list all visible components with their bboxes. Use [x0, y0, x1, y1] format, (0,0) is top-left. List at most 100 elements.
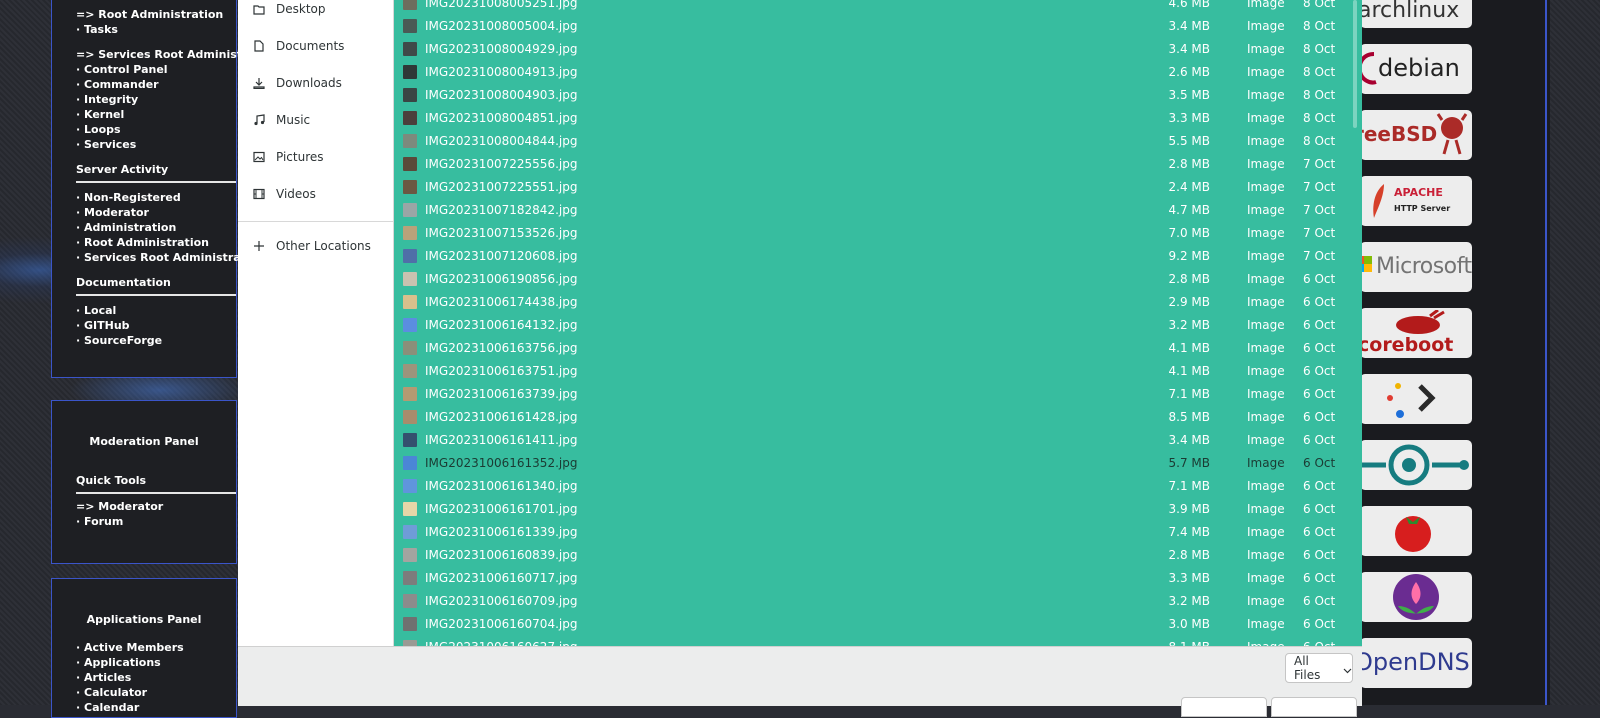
place-music[interactable]: Music: [238, 105, 393, 135]
file-type: Image: [1247, 65, 1285, 79]
image-thumbnail-icon: [403, 19, 417, 33]
file-row[interactable]: IMG20231007182842.jpg 4.7 MB Image 7 Oct: [394, 199, 1344, 222]
link-root-administration[interactable]: => Root Administration: [76, 8, 223, 22]
place-videos[interactable]: Videos: [238, 179, 393, 209]
logo-microsoft[interactable]: Microsoft: [1360, 242, 1472, 292]
image-thumbnail-icon: [403, 157, 417, 171]
place-desktop[interactable]: Desktop: [238, 0, 393, 24]
link-administration[interactable]: · Administration: [76, 221, 176, 235]
file-size: 8.5 MB: [1168, 410, 1210, 424]
file-row[interactable]: IMG20231006161428.jpg 8.5 MB Image 6 Oct: [394, 406, 1344, 429]
file-row[interactable]: IMG20231006190856.jpg 2.8 MB Image 6 Oct: [394, 268, 1344, 291]
cancel-button[interactable]: [1181, 697, 1267, 717]
logo-archlinux[interactable]: archlinux: [1360, 0, 1472, 28]
link-loops[interactable]: · Loops: [76, 123, 121, 137]
logo-lotus[interactable]: [1360, 572, 1472, 622]
file-row[interactable]: IMG20231006163739.jpg 7.1 MB Image 6 Oct: [394, 383, 1344, 406]
file-row[interactable]: IMG20231006160839.jpg 2.8 MB Image 6 Oct: [394, 544, 1344, 567]
file-filter-dropdown[interactable]: All Files: [1285, 653, 1353, 683]
link-non-registered[interactable]: · Non-Registered: [76, 191, 181, 205]
file-size: 3.2 MB: [1168, 594, 1210, 608]
file-row[interactable]: IMG20231006164132.jpg 3.2 MB Image 6 Oct: [394, 314, 1344, 337]
file-row[interactable]: IMG20231006161701.jpg 3.9 MB Image 6 Oct: [394, 498, 1344, 521]
file-modified: 7 Oct: [1303, 203, 1336, 217]
file-name: IMG20231007153526.jpg: [425, 226, 578, 240]
link-forum[interactable]: · Forum: [76, 515, 123, 529]
image-thumbnail-icon: [403, 203, 417, 217]
link-calculator[interactable]: · Calculator: [76, 686, 147, 700]
file-name: IMG20231006160839.jpg: [425, 548, 578, 562]
scrollbar-thumb[interactable]: [1353, 0, 1357, 128]
file-row[interactable]: IMG20231006161352.jpg 5.7 MB Image 6 Oct: [394, 452, 1344, 475]
logo-prompt[interactable]: [1360, 374, 1472, 424]
logo-apache[interactable]: APACHE HTTP Server: [1360, 176, 1472, 226]
link-local[interactable]: · Local: [76, 304, 116, 318]
file-row[interactable]: IMG20231006163751.jpg 4.1 MB Image 6 Oct: [394, 360, 1344, 383]
link-moderator[interactable]: · Moderator: [76, 206, 149, 220]
logo-opendns[interactable]: OpenDNS: [1360, 638, 1472, 688]
file-modified: 6 Oct: [1303, 318, 1336, 332]
file-type: Image: [1247, 479, 1285, 493]
file-name: IMG20231006161340.jpg: [425, 479, 578, 493]
link-moderator-tool[interactable]: => Moderator: [76, 500, 163, 514]
file-row[interactable]: IMG20231008005251.jpg 4.6 MB Image 8 Oct: [394, 0, 1344, 15]
file-row[interactable]: IMG20231008004913.jpg 2.6 MB Image 8 Oct: [394, 61, 1344, 84]
place-downloads[interactable]: Downloads: [238, 68, 393, 98]
file-size: 7.4 MB: [1168, 525, 1210, 539]
file-row[interactable]: IMG20231008004903.jpg 3.5 MB Image 8 Oct: [394, 84, 1344, 107]
link-control-panel[interactable]: · Control Panel: [76, 63, 168, 77]
file-row[interactable]: IMG20231006161340.jpg 7.1 MB Image 6 Oct: [394, 475, 1344, 498]
file-list[interactable]: IMG20231008005251.jpg 4.6 MB Image 8 Oct IMG…: [394, 0, 1362, 646]
file-row[interactable]: IMG20231006163756.jpg 4.1 MB Image 6 Oct: [394, 337, 1344, 360]
file-size: 3.4 MB: [1168, 42, 1210, 56]
file-row[interactable]: IMG20231006160627.jpg8.1 MBImage6 Oct: [394, 636, 1344, 646]
logo-text: archlinux: [1360, 0, 1460, 23]
image-thumbnail-icon: [403, 456, 417, 470]
logo-freebsd[interactable]: reeBSD: [1360, 110, 1472, 160]
file-row[interactable]: IMG20231006160709.jpg 3.2 MB Image 6 Oct: [394, 590, 1344, 613]
file-row[interactable]: IMG20231007153526.jpg 7.0 MB Image 7 Oct: [394, 222, 1344, 245]
place-documents[interactable]: Documents: [238, 31, 393, 61]
logo-lineageos[interactable]: [1360, 440, 1472, 490]
file-row[interactable]: IMG20231006161339.jpg 7.4 MB Image 6 Oct: [394, 521, 1344, 544]
link-tasks[interactable]: · Tasks: [76, 23, 118, 37]
place-pictures[interactable]: Pictures: [238, 142, 393, 172]
file-row[interactable]: IMG20231007120608.jpg 9.2 MB Image 7 Oct: [394, 245, 1344, 268]
link-active-members[interactable]: · Active Members: [76, 641, 184, 655]
file-size: 3.3 MB: [1168, 571, 1210, 585]
link-services[interactable]: · Services: [76, 138, 136, 152]
file-row[interactable]: IMG20231007225556.jpg 2.8 MB Image 7 Oct: [394, 153, 1344, 176]
file-row[interactable]: IMG20231006174438.jpg 2.9 MB Image 6 Oct: [394, 291, 1344, 314]
file-row[interactable]: IMG20231008004929.jpg 3.4 MB Image 8 Oct: [394, 38, 1344, 61]
link-sourceforge[interactable]: · SourceForge: [76, 334, 162, 348]
chevron-down-icon: [1343, 664, 1352, 673]
link-integrity[interactable]: · Integrity: [76, 93, 138, 107]
file-row[interactable]: IMG20231008004851.jpg 3.3 MB Image 8 Oct: [394, 107, 1344, 130]
file-row[interactable]: IMG20231007225551.jpg 2.4 MB Image 7 Oct: [394, 176, 1344, 199]
file-row[interactable]: IMG20231008005004.jpg 3.4 MB Image 8 Oct: [394, 15, 1344, 38]
link-root-administration-2[interactable]: · Root Administration: [76, 236, 209, 250]
open-button[interactable]: [1271, 697, 1357, 717]
file-row[interactable]: IMG20231008004844.jpg 5.5 MB Image 8 Oct: [394, 130, 1344, 153]
file-modified: 7 Oct: [1303, 180, 1336, 194]
link-github[interactable]: · GITHub: [76, 319, 130, 333]
logo-tomato[interactable]: [1360, 506, 1472, 556]
link-services-root-administration-2[interactable]: · Services Root Administration: [76, 251, 265, 265]
link-applications[interactable]: · Applications: [76, 656, 161, 670]
place-other-locations[interactable]: Other Locations: [238, 231, 393, 261]
link-calendar[interactable]: · Calendar: [76, 701, 139, 715]
moderation-panel: Moderation Panel Quick Tools => Moderato…: [51, 400, 237, 564]
file-name: IMG20231006161411.jpg: [425, 433, 578, 447]
file-row[interactable]: IMG20231006160704.jpg 3.0 MB Image 6 Oct: [394, 613, 1344, 636]
file-name: IMG20231008005004.jpg: [425, 19, 578, 33]
file-size: 3.5 MB: [1168, 88, 1210, 102]
link-commander[interactable]: · Commander: [76, 78, 159, 92]
file-row[interactable]: IMG20231006160717.jpg 3.3 MB Image 6 Oct: [394, 567, 1344, 590]
file-size: 4.6 MB: [1168, 0, 1210, 10]
applications-panel-title: Applications Panel: [86, 613, 202, 626]
logo-coreboot[interactable]: coreboot: [1360, 308, 1472, 358]
link-kernel[interactable]: · Kernel: [76, 108, 124, 122]
logo-debian[interactable]: debian: [1360, 44, 1472, 94]
link-articles[interactable]: · Articles: [76, 671, 131, 685]
file-row[interactable]: IMG20231006161411.jpg 3.4 MB Image 6 Oct: [394, 429, 1344, 452]
